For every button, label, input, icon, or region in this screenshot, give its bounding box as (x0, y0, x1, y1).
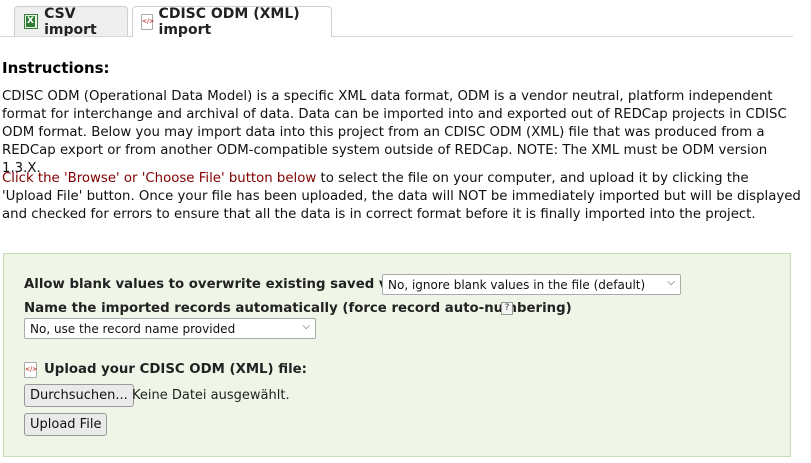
tab-bar: X CSV import </> CDISC ODM (XML) import (0, 0, 811, 38)
tab-divider (0, 36, 793, 37)
instructions-title: Instructions: (2, 59, 110, 77)
upload-file-button[interactable]: Upload File (24, 413, 108, 436)
tab-csv-import[interactable]: X CSV import (14, 5, 128, 38)
xml-file-icon: </> (24, 362, 37, 378)
instructions-paragraph-upload: Click the 'Browse' or 'Choose File' butt… (2, 170, 802, 224)
excel-icon: X (24, 14, 39, 29)
xml-file-icon: </> (141, 14, 154, 30)
upload-file-label: Upload your CDISC ODM (XML) file: (44, 362, 307, 377)
auto-numbering-select[interactable]: No, use the record name provided ⌵ (24, 318, 316, 339)
blank-values-select[interactable]: No, ignore blank values in the file (def… (382, 274, 681, 295)
auto-numbering-selected: No, use the record name provided (30, 322, 236, 336)
blank-values-label: Allow blank values to overwrite existing… (24, 277, 436, 292)
browse-file-button[interactable]: Durchsuchen... (24, 384, 134, 407)
chevron-down-icon: ⌵ (667, 277, 675, 288)
tab-label: CDISC ODM (XML) import (158, 6, 300, 38)
import-form: Allow blank values to overwrite existing… (3, 253, 791, 457)
tab-cdisc-odm-import[interactable]: </> CDISC ODM (XML) import (132, 6, 332, 38)
blank-values-selected: No, ignore blank values in the file (def… (388, 278, 646, 292)
chevron-down-icon: ⌵ (302, 321, 310, 332)
selected-file-status: Keine Datei ausgewählt. (132, 388, 290, 403)
help-icon[interactable]: ? (501, 302, 513, 315)
browse-hint: Click the 'Browse' or 'Choose File' butt… (2, 171, 317, 186)
auto-numbering-label: Name the imported records automatically … (24, 301, 572, 316)
instructions-paragraph: CDISC ODM (Operational Data Model) is a … (2, 89, 787, 176)
tab-label: CSV import (44, 5, 97, 38)
